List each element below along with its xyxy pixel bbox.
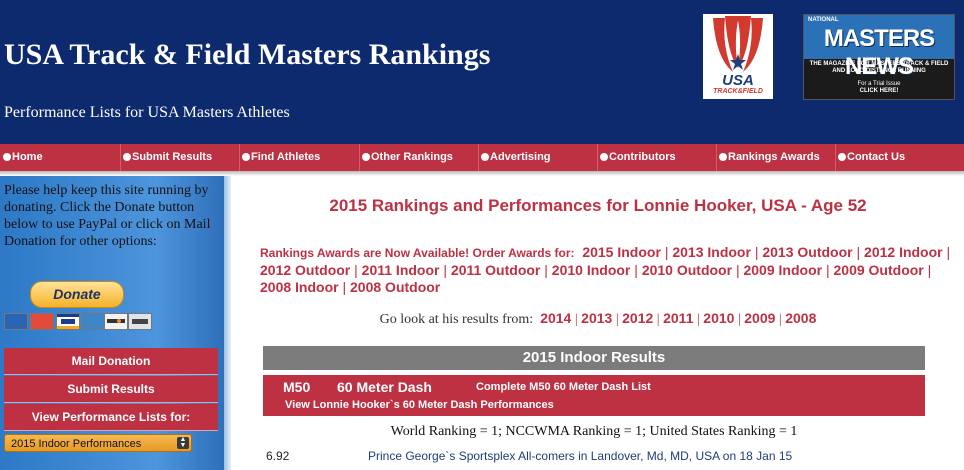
rankings-line: World Ranking = 1; NCCWMA Ranking = 1; U…	[390, 424, 798, 439]
year-link-2011[interactable]: 2011	[663, 310, 693, 326]
nav-divider	[478, 144, 479, 171]
nav-divider	[835, 144, 836, 171]
nav-divider	[597, 144, 598, 171]
awards-links: Rankings Awards are Now Available! Order…	[260, 244, 951, 295]
event-box: M50 60 Meter Dash Complete M50 60 Meter …	[263, 375, 925, 416]
usatf-logo-sub: TRACK&FIELD	[713, 88, 763, 95]
award-link-2011-indoor[interactable]: 2011 Indoor	[362, 262, 440, 278]
year-link-2014[interactable]: 2014	[540, 310, 571, 326]
performance-mark: 6.92	[266, 449, 290, 463]
year-link-2010[interactable]: 2010	[703, 310, 734, 326]
bullet-icon	[481, 153, 489, 161]
award-link-2010-indoor[interactable]: 2010 Indoor	[552, 262, 631, 278]
masters-news-desc: THE MAGAZINE FOR MASTERS TRACK & FIELD A…	[809, 61, 949, 74]
year-link-2009[interactable]: 2009	[744, 310, 775, 326]
nav-rankings-awards[interactable]: Rankings Awards	[719, 144, 820, 171]
other-years-lead: Go look at his results from:	[379, 312, 534, 327]
other-years: Go look at his results from: 2014 | 2013…	[379, 310, 817, 327]
select-arrows-icon: ▲ ▼	[177, 436, 189, 449]
bullet-icon	[362, 153, 370, 161]
nav-home[interactable]: Home	[3, 144, 43, 171]
amex-card-icon	[82, 313, 106, 330]
results-heading: 2015 Indoor Results	[263, 346, 925, 370]
award-link-2011-outdoor[interactable]: 2011 Outdoor	[451, 262, 540, 278]
award-link-2008-outdoor[interactable]: 2008 Outdoor	[350, 279, 440, 295]
event-age-group: M50	[283, 379, 311, 395]
athlete-performances-link[interactable]: View Lonnie Hooker`s 60 Meter Dash Perfo…	[285, 399, 554, 411]
bullet-icon	[600, 153, 608, 161]
masters-news-ad[interactable]: NATIONAL MASTERS NEWS THE MAGAZINE FOR M…	[803, 14, 955, 100]
award-link-2013-indoor[interactable]: 2013 Indoor	[672, 244, 751, 260]
nav-other-rankings[interactable]: Other Rankings	[362, 144, 453, 171]
nav-divider	[359, 144, 360, 171]
submit-results-button[interactable]: Submit Results	[4, 376, 218, 403]
maestro-card-icon	[4, 313, 28, 330]
nav-submit-results-label: Submit Results	[132, 151, 213, 163]
awards-lead: Rankings Awards are Now Available! Order…	[260, 246, 575, 260]
bullet-icon	[242, 153, 250, 161]
masters-news-click[interactable]: CLICK HERE!	[860, 88, 899, 94]
award-link-2009-indoor[interactable]: 2009 Indoor	[743, 262, 822, 278]
mail-donation-button[interactable]: Mail Donation	[4, 348, 218, 375]
nav-find-athletes-label: Find Athletes	[251, 151, 321, 163]
donate-button[interactable]: Donate	[30, 281, 124, 308]
nav-contributors[interactable]: Contributors	[600, 144, 676, 171]
award-link-2008-indoor[interactable]: 2008 Indoor	[260, 279, 339, 295]
sidebar-edge	[224, 176, 231, 470]
usatf-logo-text: USA	[722, 72, 754, 89]
award-link-2013-outdoor[interactable]: 2013 Outdoor	[762, 244, 852, 260]
visa-card-icon	[56, 313, 80, 330]
performance-list-select[interactable]: 2015 Indoor Performances ▲ ▼	[4, 434, 192, 452]
bullet-icon	[838, 153, 846, 161]
nav-divider	[120, 144, 121, 171]
nav-contact-us-label: Contact Us	[847, 151, 906, 163]
usatf-logo[interactable]: USA TRACK&FIELD	[703, 14, 773, 99]
year-link-2008[interactable]: 2008	[785, 310, 816, 326]
page-title: 2015 Rankings and Performances for Lonni…	[329, 196, 867, 215]
masters-news-trial: For a Trial Issue CLICK HERE!	[806, 81, 952, 95]
main-nav: Home Submit Results Find Athletes Other …	[0, 144, 964, 171]
nav-find-athletes[interactable]: Find Athletes	[242, 144, 320, 171]
performance-list-selected: 2015 Indoor Performances	[11, 438, 142, 450]
nav-divider	[716, 144, 717, 171]
award-link-2012-outdoor[interactable]: 2012 Outdoor	[260, 262, 350, 278]
site-title: USA Track & Field Masters Rankings	[4, 38, 491, 71]
bullet-icon	[719, 153, 727, 161]
award-link-2015-indoor[interactable]: 2015 Indoor	[582, 244, 661, 260]
performance-meet-link[interactable]: Prince George`s Sportsplex All-comers in…	[368, 449, 792, 463]
nav-rankings-awards-label: Rankings Awards	[728, 151, 820, 163]
discover-card-icon	[104, 313, 128, 330]
nav-contributors-label: Contributors	[609, 151, 676, 163]
nav-contact-us[interactable]: Contact Us	[838, 144, 905, 171]
nav-advertising-label: Advertising	[490, 151, 551, 163]
mastercard-icon	[30, 313, 54, 330]
masters-news-national: NATIONAL	[808, 17, 839, 23]
year-link-2013[interactable]: 2013	[581, 310, 612, 326]
award-link-2009-outdoor[interactable]: 2009 Outdoor	[834, 262, 924, 278]
year-link-2012[interactable]: 2012	[622, 310, 653, 326]
event-name: 60 Meter Dash	[337, 379, 432, 395]
nav-advertising[interactable]: Advertising	[481, 144, 551, 171]
nav-home-label: Home	[12, 151, 43, 163]
nav-other-rankings-label: Other Rankings	[371, 151, 453, 163]
masters-news-trial-text: For a Trial Issue	[857, 81, 901, 87]
donate-text: Please help keep this site running by do…	[4, 183, 211, 249]
award-link-2010-outdoor[interactable]: 2010 Outdoor	[642, 262, 732, 278]
bullet-icon	[123, 153, 131, 161]
bullet-icon	[3, 153, 11, 161]
award-link-2012-indoor[interactable]: 2012 Indoor	[864, 244, 943, 260]
view-performance-lists-label: View Performance Lists for:	[4, 404, 218, 431]
site-subtitle: Performance Lists for USA Masters Athlet…	[4, 104, 290, 121]
complete-list-link[interactable]: Complete M50 60 Meter Dash List	[476, 381, 651, 393]
nav-submit-results[interactable]: Submit Results	[123, 144, 212, 171]
bank-icon	[128, 313, 152, 330]
nav-divider	[239, 144, 240, 171]
